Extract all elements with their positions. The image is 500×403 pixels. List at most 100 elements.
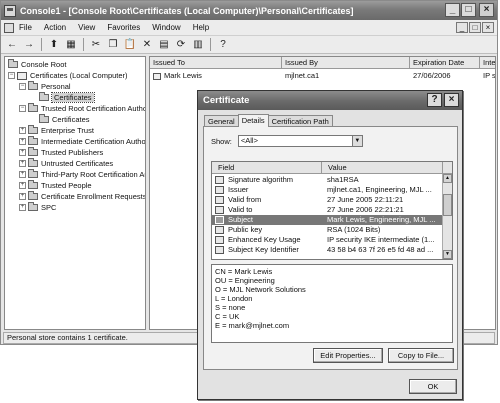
column-issued-by[interactable]: Issued By <box>282 57 410 69</box>
tree-node-certificates-local[interactable]: − Certificates (Local Computer) <box>8 70 128 81</box>
expand-icon[interactable]: + <box>19 149 26 156</box>
tree-node-trusted-root[interactable]: − Trusted Root Certification Author <box>19 103 145 114</box>
field-value: 27 June 2006 22:21:21 <box>327 205 404 214</box>
copy-to-file-button[interactable]: Copy to File... <box>388 348 454 363</box>
menu-action[interactable]: Action <box>44 23 66 32</box>
tree-node-console-root[interactable]: Console Root <box>8 59 66 70</box>
expand-icon[interactable]: + <box>19 193 26 200</box>
dialog-help-button[interactable]: ? <box>427 93 442 107</box>
tab-details[interactable]: Details <box>237 114 269 127</box>
tree-node-untrusted[interactable]: + Untrusted Certificates <box>19 158 113 169</box>
field-icon <box>215 226 224 234</box>
field-name: Subject <box>228 215 254 224</box>
collapse-icon[interactable]: − <box>19 83 26 90</box>
tree-node-intermediate-ca[interactable]: + Intermediate Certification Author <box>19 136 146 147</box>
show-hide-tree-icon[interactable]: ▦ <box>64 38 78 52</box>
tree-node-spc[interactable]: + SPC <box>19 202 56 213</box>
column-value[interactable]: Value <box>322 162 443 174</box>
console-app-icon <box>4 4 16 17</box>
collapse-icon[interactable]: − <box>19 105 26 112</box>
field-row[interactable]: Public key RSA (1024 Bits) <box>212 225 443 235</box>
menu-help[interactable]: Help <box>193 23 209 32</box>
export-list-icon[interactable]: ▥ <box>191 38 205 52</box>
column-field[interactable]: Field <box>212 162 322 174</box>
tree-node-enterprise-trust[interactable]: + Enterprise Trust <box>19 125 94 136</box>
toolbar: ← → ⬆ ▦ ✂ ❐ 📋 ✕ ▤ ⟳ ▥ ? <box>1 36 497 54</box>
properties-icon[interactable]: ▤ <box>157 38 171 52</box>
field-name: Signature algorithm <box>228 175 294 184</box>
tree-node-trusted-root-certificates[interactable]: Certificates <box>39 114 90 125</box>
field-row[interactable]: Signature algorithm sha1RSA <box>212 175 443 185</box>
column-intended-purposes[interactable]: Intende <box>480 57 495 69</box>
tree-node-third-party-root[interactable]: + Third-Party Root Certification Au <box>19 169 145 180</box>
console-tree[interactable]: Console Root − Certificates (Local Compu… <box>4 56 146 330</box>
edit-properties-button[interactable]: Edit Properties... <box>313 348 383 363</box>
menu-favorites[interactable]: Favorites <box>107 23 140 32</box>
detail-line: S = none <box>215 303 246 312</box>
tree-node-label: SPC <box>41 203 57 212</box>
expand-icon[interactable]: + <box>19 138 26 145</box>
close-button[interactable]: × <box>479 3 494 17</box>
mdi-minimize-button[interactable]: _ <box>456 22 468 33</box>
tree-node-label: Trusted People <box>41 181 92 190</box>
forward-icon[interactable]: → <box>22 38 36 52</box>
menu-window[interactable]: Window <box>152 23 180 32</box>
maximize-button[interactable]: □ <box>461 3 476 17</box>
help-icon[interactable]: ? <box>216 38 230 52</box>
cut-icon[interactable]: ✂ <box>89 38 103 52</box>
tree-node-label: Intermediate Certification Author <box>41 137 146 146</box>
window-titlebar[interactable]: Console1 - [Console Root\Certificates (L… <box>1 1 497 20</box>
field-row[interactable]: Valid from 27 June 2005 22:11:21 <box>212 195 443 205</box>
scroll-thumb[interactable] <box>443 194 452 216</box>
scroll-down-icon[interactable]: ▼ <box>443 250 452 259</box>
fields-scrollbar[interactable]: ▲ ▼ <box>442 174 452 259</box>
collapse-icon[interactable]: − <box>8 72 15 79</box>
folder-icon <box>28 147 38 156</box>
field-row[interactable]: Valid to 27 June 2006 22:21:21 <box>212 205 443 215</box>
up-one-level-icon[interactable]: ⬆ <box>47 38 61 52</box>
tree-node-label: Console Root <box>21 60 67 69</box>
chevron-down-icon[interactable]: ▼ <box>351 136 362 146</box>
expand-icon[interactable]: + <box>19 204 26 211</box>
menu-view[interactable]: View <box>78 23 95 32</box>
field-name: Subject Key Identifier <box>228 245 299 254</box>
ok-button[interactable]: OK <box>409 379 457 394</box>
field-row[interactable]: Enhanced Key Usage IP security IKE inter… <box>212 235 443 245</box>
scroll-up-icon[interactable]: ▲ <box>443 174 452 183</box>
dialog-titlebar[interactable]: Certificate ? × <box>198 91 462 110</box>
tree-node-trusted-people[interactable]: + Trusted People <box>19 180 92 191</box>
expand-icon[interactable]: + <box>19 182 26 189</box>
column-issued-to[interactable]: Issued To <box>150 57 282 69</box>
field-detail-box[interactable]: CN = Mark Lewis OU = Engineering O = MJL… <box>211 264 453 343</box>
dialog-close-button[interactable]: × <box>444 93 459 107</box>
paste-icon[interactable]: 📋 <box>123 38 137 52</box>
back-icon[interactable]: ← <box>5 38 19 52</box>
tree-node-enrollment-requests[interactable]: + Certificate Enrollment Requests <box>19 191 145 202</box>
tree-node-personal[interactable]: − Personal <box>19 81 71 92</box>
expand-icon[interactable]: + <box>19 171 26 178</box>
system-menu-icon[interactable] <box>4 22 14 33</box>
expand-icon[interactable]: + <box>19 127 26 134</box>
fields-list[interactable]: Field Value Signature algorithm sha1RSA … <box>211 161 453 260</box>
table-row[interactable]: Mark Lewis mjlnet.ca1 27/06/2006 IP sec <box>150 70 495 81</box>
delete-icon[interactable]: ✕ <box>140 38 154 52</box>
field-name: Valid to <box>228 205 253 214</box>
menu-file[interactable]: File <box>19 23 32 32</box>
refresh-icon[interactable]: ⟳ <box>174 38 188 52</box>
column-expiration-date[interactable]: Expiration Date <box>410 57 480 69</box>
show-dropdown[interactable]: <All> ▼ <box>237 135 363 147</box>
tree-node-trusted-publishers[interactable]: + Trusted Publishers <box>19 147 103 158</box>
show-label: Show: <box>211 136 232 146</box>
field-row[interactable]: Subject Key Identifier 43 58 b4 63 7f 26… <box>212 245 443 255</box>
mdi-close-button[interactable]: × <box>482 22 494 33</box>
field-row[interactable]: Issuer mjlnet.ca1, Engineering, MJL ... <box>212 185 443 195</box>
expand-icon[interactable]: + <box>19 160 26 167</box>
folder-icon <box>39 92 49 101</box>
tree-node-personal-certificates[interactable]: Certificates <box>39 92 95 103</box>
field-icon <box>215 176 224 184</box>
copy-icon[interactable]: ❐ <box>106 38 120 52</box>
show-selected-value: <All> <box>240 136 258 145</box>
mdi-maximize-button[interactable]: □ <box>469 22 481 33</box>
field-row-selected[interactable]: Subject Mark Lewis, Engineering, MJL ... <box>212 215 443 225</box>
minimize-button[interactable]: _ <box>445 3 460 17</box>
